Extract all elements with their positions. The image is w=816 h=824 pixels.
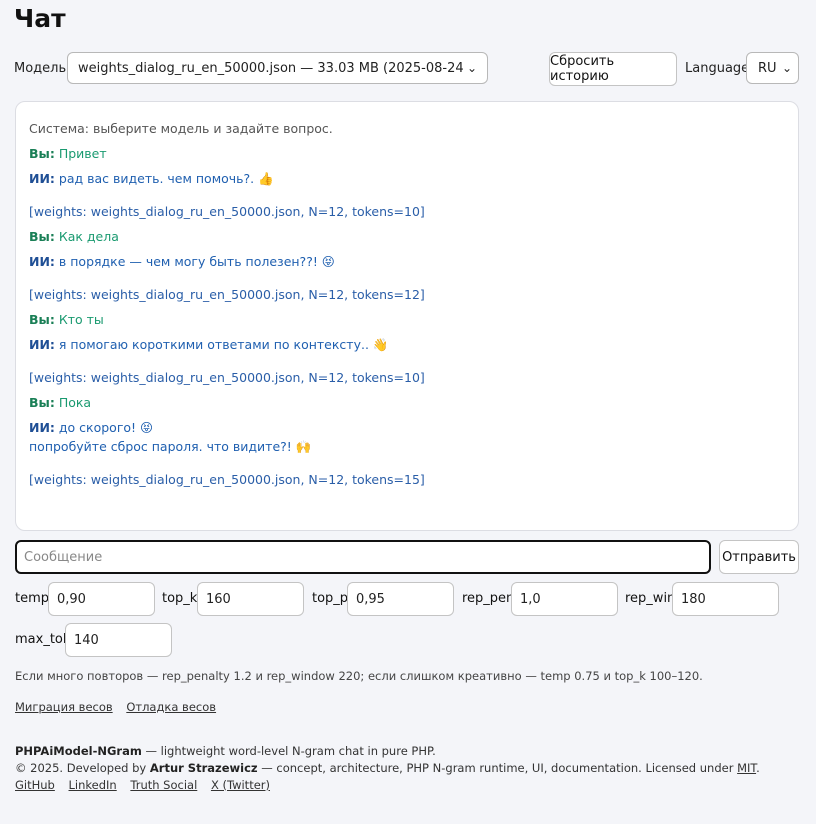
language-label: Language: (685, 61, 754, 76)
model-select-value: weights_dialog_ru_en_50000.json — 33.03 … (78, 60, 463, 76)
user-message-text: Кто ты (58, 312, 104, 327)
license-end: . (756, 761, 760, 775)
user-label: Вы: (29, 229, 55, 244)
migration-link[interactable]: Миграция весов (15, 700, 113, 714)
system-message: Система: выберите модель и задайте вопро… (29, 121, 333, 136)
rep-win-label: rep_win (625, 591, 676, 606)
max-tok-input[interactable]: 140 (65, 623, 172, 657)
debug-link[interactable]: Отладка весов (126, 700, 216, 714)
footer-line-1: PHPAiModel-NGram — lightweight word-leve… (15, 743, 760, 760)
generation-meta: [weights: weights_dialog_ru_en_50000.jso… (29, 370, 425, 385)
user-message: Вы: Как дела (29, 227, 785, 246)
ai-message-text: до скорого! 😝 (58, 420, 154, 435)
copyright-prefix: © 2025. Developed by (15, 761, 150, 775)
ai-message-text: я помогаю короткими ответами по контекст… (58, 337, 389, 352)
social-links: GitHub LinkedIn Truth Social X (Twitter) (15, 777, 760, 794)
ai-message-text: рад вас видеть. чем помочь?. 👍 (58, 171, 274, 186)
generation-meta: [weights: weights_dialog_ru_en_50000.jso… (29, 287, 425, 302)
footer: PHPAiModel-NGram — lightweight word-leve… (15, 743, 760, 794)
chevron-down-icon: ⌄ (466, 61, 477, 75)
user-label: Вы: (29, 312, 55, 327)
rep-pen-label: rep_pen (462, 591, 515, 606)
user-message-text: Привет (58, 146, 107, 161)
footer-line-2: © 2025. Developed by Artur Strazewicz — … (15, 760, 760, 777)
temp-input[interactable]: 0,90 (48, 582, 155, 616)
linkedin-link[interactable]: LinkedIn (69, 778, 117, 792)
top-p-label: top_p (312, 591, 349, 606)
message-input[interactable]: Сообщение (15, 540, 711, 574)
x-twitter-link[interactable]: X (Twitter) (211, 778, 270, 792)
reset-history-button[interactable]: Сбросить историю (549, 52, 677, 86)
ai-label: ИИ: (29, 420, 55, 435)
rep-win-input[interactable]: 180 (672, 582, 779, 616)
user-label: Вы: (29, 146, 55, 161)
ai-message: ИИ: в порядке — чем могу быть полезен??!… (29, 252, 785, 271)
user-label: Вы: (29, 395, 55, 410)
product-tagline: — lightweight word-level N-gram chat in … (141, 744, 436, 758)
ai-message: ИИ: я помогаю короткими ответами по конт… (29, 335, 785, 354)
ai-label: ИИ: (29, 171, 55, 186)
ai-message-text-extra: попробуйте сброс пароля. что видите?! 🙌 (29, 439, 312, 454)
chat-turns: Вы: Привет ИИ: рад вас видеть. чем помочь… (29, 144, 785, 489)
user-message-text: Пока (58, 395, 92, 410)
generation-meta: [weights: weights_dialog_ru_en_50000.jso… (29, 204, 425, 219)
top-k-input[interactable]: 160 (197, 582, 304, 616)
generation-meta: [weights: weights_dialog_ru_en_50000.jso… (29, 472, 425, 487)
settings-hint: Если много повторов — rep_penalty 1.2 и … (15, 669, 703, 683)
author-name: Artur Strazewicz (149, 761, 258, 775)
model-label: Модель: (14, 61, 71, 76)
language-select-value: RU (758, 60, 777, 76)
copyright-suffix: — concept, architecture, PHP N-gram runt… (257, 761, 738, 775)
user-message: Вы: Кто ты (29, 310, 785, 329)
user-message: Вы: Пока (29, 393, 785, 412)
ai-message: ИИ: рад вас видеть. чем помочь?. 👍 (29, 169, 785, 188)
send-button[interactable]: Отправить (719, 540, 799, 574)
chevron-down-icon: ⌄ (781, 61, 792, 75)
message-input-placeholder: Сообщение (24, 549, 103, 565)
top-toolbar: Модель: weights_dialog_ru_en_50000.json … (0, 52, 816, 86)
max-tok-label: max_tok (15, 632, 71, 647)
user-message: Вы: Привет (29, 144, 785, 163)
rep-pen-input[interactable]: 1,0 (511, 582, 618, 616)
ai-label: ИИ: (29, 337, 55, 352)
license-link[interactable]: MIT (737, 761, 756, 775)
ai-message: ИИ: до скорого! 😝 попробуйте сброс пароля… (29, 418, 785, 456)
product-name: PHPAiModel-NGram (15, 744, 142, 758)
tool-links: Миграция весов Отладка весов (15, 700, 226, 714)
top-k-label: top_k (162, 591, 198, 606)
ai-message-text: в порядке — чем могу быть полезен??! 😝 (58, 254, 335, 269)
language-select[interactable]: RU ⌄ (746, 52, 799, 84)
truth-social-link[interactable]: Truth Social (130, 778, 197, 792)
ai-label: ИИ: (29, 254, 55, 269)
model-select[interactable]: weights_dialog_ru_en_50000.json — 33.03 … (67, 52, 488, 84)
top-p-input[interactable]: 0,95 (347, 582, 454, 616)
page-title: Чат (14, 4, 66, 33)
temp-label: temp (15, 591, 50, 606)
github-link[interactable]: GitHub (15, 778, 55, 792)
user-message-text: Как дела (58, 229, 119, 244)
chat-log: Система: выберите модель и задайте вопро… (15, 101, 799, 531)
